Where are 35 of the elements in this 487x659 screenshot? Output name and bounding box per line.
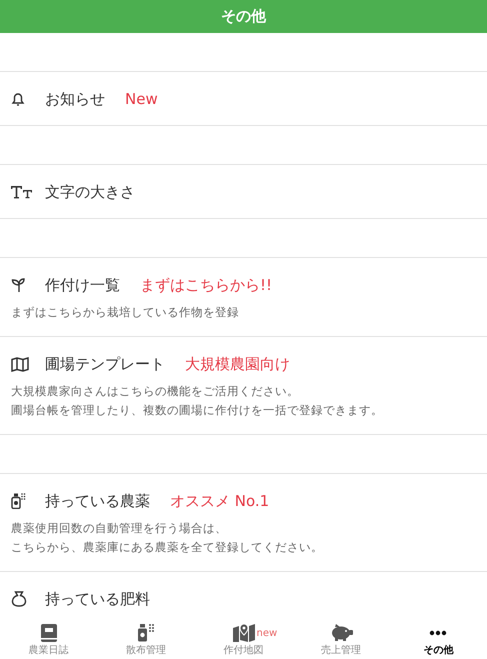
- menu-item[interactable]: 持っている農薬 オススメ No.1 農薬使用回数の自動管理を行う場合は、 こちらから、農薬庫にある農薬を全て登録してください。: [0, 474, 487, 572]
- tab[interactable]: new 作付地図: [194, 619, 292, 659]
- menu-item[interactable]: お知らせ New: [0, 72, 487, 126]
- item-title: 持っている農薬: [45, 492, 150, 510]
- menu-item[interactable]: 文字の大きさ: [0, 165, 487, 219]
- item-title: お知らせ: [45, 90, 105, 108]
- sprayer-icon: [137, 624, 156, 642]
- item-tag: 大規模農園向け: [185, 354, 290, 374]
- menu-item[interactable]: 作付け一覧 まずはこちらから!! まずはこちらから栽培している作物を登録: [0, 258, 487, 337]
- book-icon: [40, 624, 57, 642]
- item-description: 農薬使用回数の自動管理を行う場合は、 こちらから、農薬庫にある農薬を全て登録してください。: [11, 520, 324, 556]
- map-pin-icon: [232, 624, 255, 642]
- item-title: 文字の大きさ: [45, 182, 135, 202]
- bell-icon: [11, 91, 25, 107]
- item-description: まずはこちらから栽培している作物を登録: [11, 304, 240, 321]
- more-icon: [429, 630, 448, 636]
- text-size-icon: [11, 185, 33, 199]
- tab[interactable]: その他: [390, 619, 487, 659]
- new-label: new: [256, 628, 278, 639]
- sprayer-icon: [11, 493, 27, 509]
- tab[interactable]: 散布管理: [97, 619, 195, 659]
- item-title: 圃場テンプレート: [45, 354, 165, 374]
- map-icon: [11, 356, 29, 372]
- item-title: 持っている肥料: [45, 590, 150, 608]
- bag-icon: [11, 591, 27, 607]
- menu-item[interactable]: 圃場テンプレート 大規模農園向け 大規模農家向さんはこちらの機能をご活用ください。 圃場台帳を管理したり、複数の圃場に作付けを一括で登録できます。: [0, 337, 487, 435]
- tab[interactable]: 農業日誌: [0, 619, 98, 659]
- item-tag: まずはこちらから!!: [140, 276, 272, 294]
- tab[interactable]: 売上管理: [292, 619, 390, 659]
- sprout-icon: [11, 277, 27, 293]
- header-title: その他: [0, 0, 487, 33]
- item-title: 作付け一覧: [45, 276, 120, 294]
- item-description: 大規模農家向さんはこちらの機能をご活用ください。 圃場台帳を管理したり、複数の圃場に作付けを一括で登録できます。: [11, 383, 384, 419]
- item-tag: New: [125, 90, 158, 108]
- item-tag: オススメ No.1: [170, 492, 270, 510]
